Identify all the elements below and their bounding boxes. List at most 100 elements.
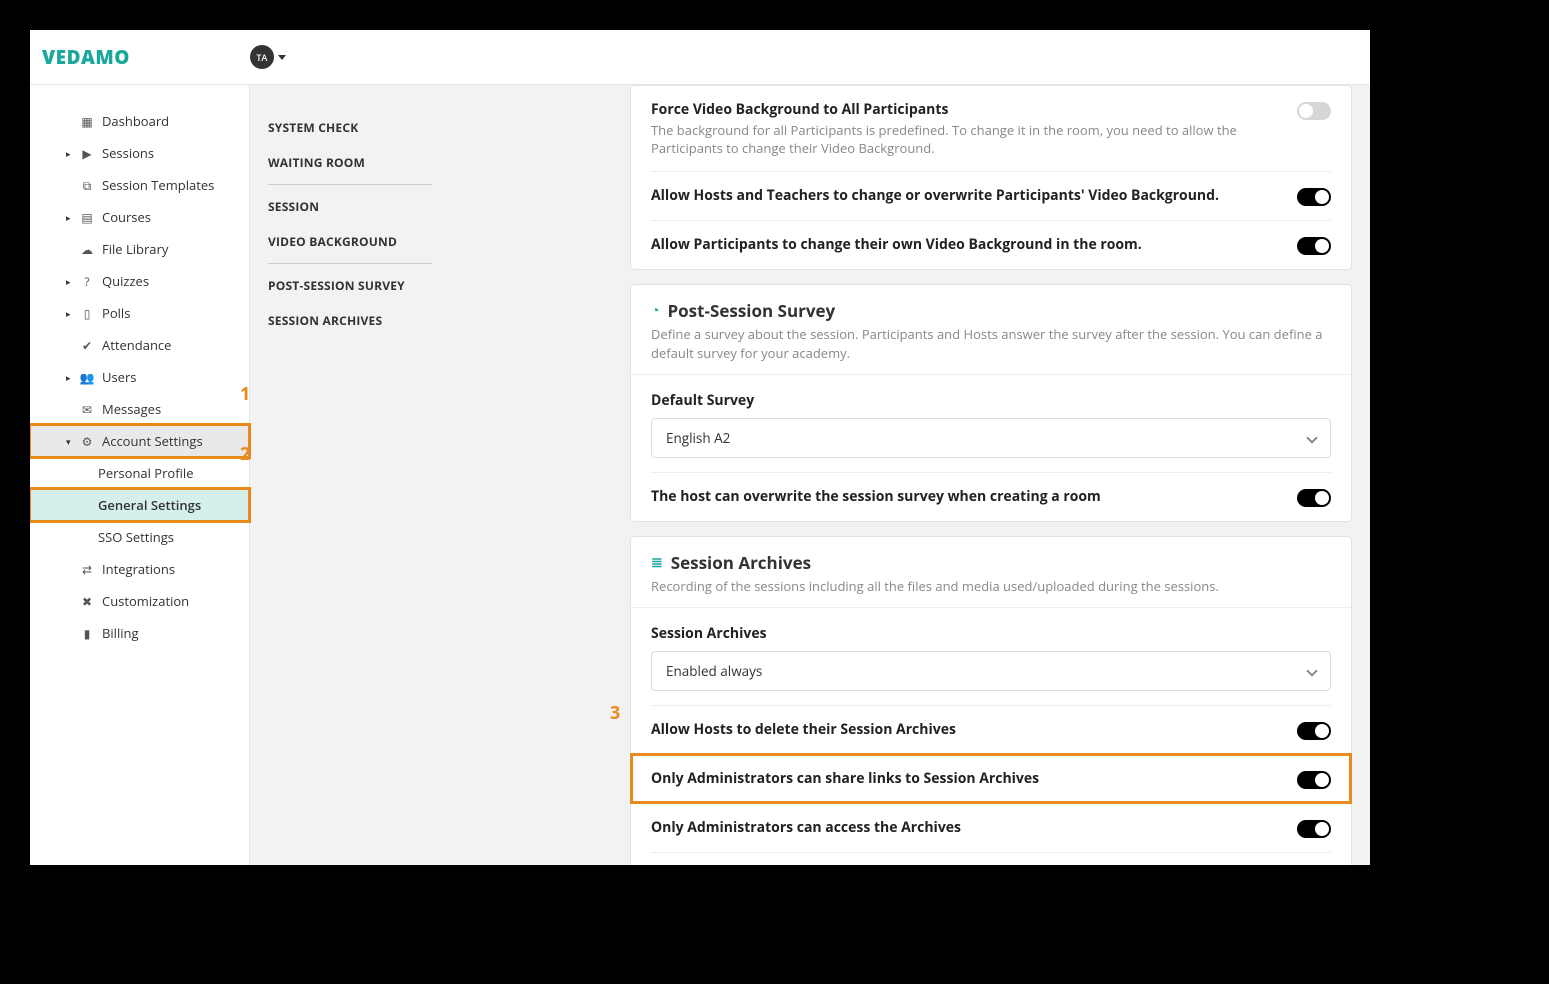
sidebar-item-polls[interactable]: ▸ ▯ Polls bbox=[30, 297, 249, 329]
divider bbox=[268, 263, 432, 264]
label: Integrations bbox=[102, 560, 175, 578]
label: Force Video Background to All Participan… bbox=[651, 100, 1277, 119]
sidebar-sub-sso-settings[interactable]: SSO Settings bbox=[30, 521, 249, 553]
label: Only Administrators can access the Archi… bbox=[651, 818, 1277, 837]
setting-participants-change-bg: Allow Participants to change their own V… bbox=[651, 220, 1331, 269]
sidebar-item-attendance[interactable]: ✔ Attendance bbox=[30, 329, 249, 361]
label: Only Administrators can share links to S… bbox=[651, 769, 1277, 788]
user-menu[interactable]: TA bbox=[250, 45, 286, 69]
setting-host-overwrite-survey: The host can overwrite the session surve… bbox=[651, 472, 1331, 521]
customization-icon: ✖ bbox=[80, 594, 94, 608]
label: General Settings bbox=[98, 496, 201, 514]
envelope-icon: ✉ bbox=[80, 402, 94, 416]
session-archives-select[interactable]: Enabled always bbox=[651, 651, 1331, 691]
sidebar-item-templates[interactable]: ⧉ Session Templates bbox=[30, 169, 249, 201]
label: Personal Profile bbox=[98, 464, 194, 482]
callout-1: 1 bbox=[240, 382, 250, 406]
label: The host can overwrite the session surve… bbox=[651, 487, 1277, 506]
label: Quizzes bbox=[102, 272, 149, 290]
default-survey-select[interactable]: English A2 bbox=[651, 418, 1331, 458]
section-nav-waiting-room[interactable]: WAITING ROOM bbox=[268, 145, 432, 180]
toggle-admin-share-links[interactable] bbox=[1297, 771, 1331, 789]
label: Customization bbox=[102, 592, 189, 610]
chevron-right-icon: ▸ bbox=[66, 307, 71, 320]
section-nav-post-survey[interactable]: POST-SESSION SURVEY bbox=[268, 268, 432, 303]
sidebar-item-account-settings[interactable]: ▾ ⚙ Account Settings bbox=[30, 425, 249, 457]
chevron-down-icon bbox=[1306, 432, 1317, 443]
sidebar-item-customization[interactable]: ✖ Customization bbox=[30, 585, 249, 617]
setting-auto-delete-recordings: Auto delete future Recordings bbox=[651, 852, 1331, 865]
sidebar-item-users[interactable]: ▸ 👥 Users bbox=[30, 361, 249, 393]
label: Users bbox=[102, 368, 136, 386]
brand-logo[interactable]: VEDAMO bbox=[42, 44, 130, 70]
label: Allow Hosts to delete their Session Arch… bbox=[651, 720, 1277, 739]
toggle-force-video-bg[interactable] bbox=[1297, 102, 1331, 120]
sidebar-sub-general-settings[interactable]: General Settings bbox=[30, 489, 249, 521]
setting-allow-hosts-delete: Allow Hosts to delete their Session Arch… bbox=[651, 705, 1331, 754]
sidebar-item-file-library[interactable]: ☁ File Library bbox=[30, 233, 249, 265]
toggle-hosts-change-bg[interactable] bbox=[1297, 188, 1331, 206]
divider bbox=[268, 184, 432, 185]
select-value: Enabled always bbox=[666, 662, 762, 680]
panel-video-background: Force Video Background to All Participan… bbox=[630, 85, 1352, 270]
panel-description: Define a survey about the session. Parti… bbox=[651, 325, 1331, 361]
setting-admin-access-archives: Only Administrators can access the Archi… bbox=[651, 803, 1331, 852]
toggle-allow-hosts-delete[interactable] bbox=[1297, 722, 1331, 740]
chart-pie-icon: ◔ bbox=[651, 301, 659, 320]
section-nav-session-archives[interactable]: SESSION ARCHIVES bbox=[268, 303, 432, 338]
label: Billing bbox=[102, 624, 139, 642]
label: Courses bbox=[102, 208, 151, 226]
chevron-right-icon: ▸ bbox=[66, 211, 71, 224]
label: Attendance bbox=[102, 336, 171, 354]
panel-description: Recording of the sessions including all … bbox=[651, 577, 1331, 595]
layers-icon: ≣ bbox=[651, 553, 663, 572]
label: SSO Settings bbox=[98, 528, 174, 546]
integrations-icon: ⇄ bbox=[80, 562, 94, 576]
play-icon: ▶ bbox=[80, 146, 94, 160]
chevron-right-icon: ▸ bbox=[66, 147, 71, 160]
chevron-down-icon: ▾ bbox=[66, 435, 71, 448]
avatar: TA bbox=[250, 45, 274, 69]
panel-session-archives: ≣ Session Archives Recording of the sess… bbox=[630, 536, 1352, 865]
sidebar-item-courses[interactable]: ▸ ▤ Courses bbox=[30, 201, 249, 233]
app-window: VEDAMO TA ▦ Dashboard ▸ ▶ Sessions ⧉ Ses… bbox=[30, 30, 1370, 865]
label: Dashboard bbox=[102, 112, 169, 130]
label: Polls bbox=[102, 304, 130, 322]
session-archives-block: Session Archives Enabled always bbox=[651, 608, 1331, 705]
panel-post-session-survey: ◔ Post-Session Survey Define a survey ab… bbox=[630, 284, 1352, 521]
toggle-admin-access-archives[interactable] bbox=[1297, 820, 1331, 838]
chevron-right-icon: ▸ bbox=[66, 371, 71, 384]
chevron-down-icon bbox=[1306, 665, 1317, 676]
courses-icon: ▤ bbox=[80, 210, 94, 224]
template-icon: ⧉ bbox=[80, 178, 94, 192]
label: Allow Hosts and Teachers to change or ov… bbox=[651, 186, 1277, 205]
label: Default Survey bbox=[651, 391, 1331, 410]
callout-3: 3 bbox=[610, 701, 620, 725]
sidebar-item-quizzes[interactable]: ▸ ? Quizzes bbox=[30, 265, 249, 297]
panel-title-text: Session Archives bbox=[671, 551, 811, 574]
topbar: VEDAMO TA bbox=[30, 30, 1370, 85]
toggle-host-overwrite-survey[interactable] bbox=[1297, 489, 1331, 507]
sidebar-item-sessions[interactable]: ▸ ▶ Sessions bbox=[30, 137, 249, 169]
label: Sessions bbox=[102, 144, 154, 162]
users-icon: 👥 bbox=[80, 370, 94, 384]
cloud-icon: ☁ bbox=[80, 242, 94, 256]
sidebar: ▦ Dashboard ▸ ▶ Sessions ⧉ Session Templ… bbox=[30, 85, 250, 865]
sidebar-item-dashboard[interactable]: ▦ Dashboard bbox=[30, 105, 249, 137]
sidebar-item-messages[interactable]: ✉ Messages bbox=[30, 393, 249, 425]
sidebar-sub-personal-profile[interactable]: Personal Profile bbox=[30, 457, 249, 489]
setting-admin-share-links: Only Administrators can share links to S… bbox=[631, 754, 1351, 803]
sidebar-item-integrations[interactable]: ⇄ Integrations bbox=[30, 553, 249, 585]
quiz-icon: ? bbox=[80, 274, 94, 288]
section-nav-session[interactable]: SESSION bbox=[268, 189, 432, 224]
callout-2: 2 bbox=[240, 442, 250, 466]
panel-title-text: Post-Session Survey bbox=[667, 299, 835, 322]
section-nav-video-background[interactable]: VIDEO BACKGROUND bbox=[268, 224, 432, 259]
toggle-participants-change-bg[interactable] bbox=[1297, 237, 1331, 255]
select-value: English A2 bbox=[666, 429, 730, 447]
section-nav: SYSTEM CHECK WAITING ROOM SESSION VIDEO … bbox=[250, 85, 450, 865]
sidebar-item-billing[interactable]: ▮ Billing bbox=[30, 617, 249, 649]
label: Account Settings bbox=[102, 432, 203, 450]
section-nav-system-check[interactable]: SYSTEM CHECK bbox=[268, 110, 432, 145]
label: Messages bbox=[102, 400, 161, 418]
